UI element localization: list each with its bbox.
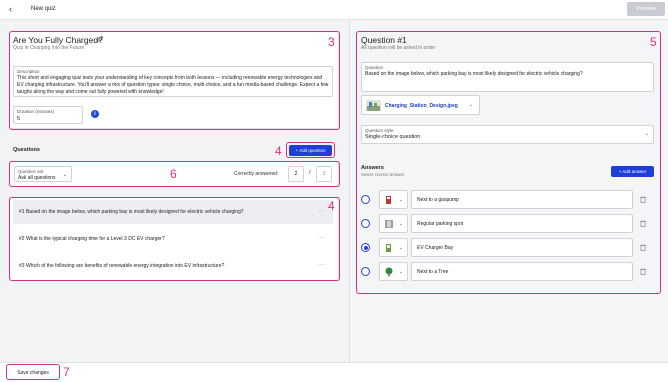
annotation-box (9, 197, 340, 281)
annotation-box (286, 142, 335, 158)
page-title: New quiz (31, 6, 56, 12)
annotation-box (6, 364, 60, 380)
top-bar: ‹ New quiz Preview (0, 0, 668, 20)
back-icon[interactable]: ‹ (9, 5, 12, 14)
annotation-number: 5 (650, 35, 657, 49)
preview-button[interactable]: Preview (627, 2, 665, 16)
annotation-number: 7 (63, 365, 70, 379)
annotation-number: 6 (170, 167, 177, 181)
annotation-box (9, 31, 340, 130)
annotation-number: 4 (275, 144, 282, 158)
questions-heading: Questions (13, 147, 40, 153)
footer-bar (0, 362, 668, 382)
annotation-box (356, 31, 661, 294)
annotation-number: 3 (328, 35, 335, 49)
annotation-number: 4 (328, 199, 335, 213)
